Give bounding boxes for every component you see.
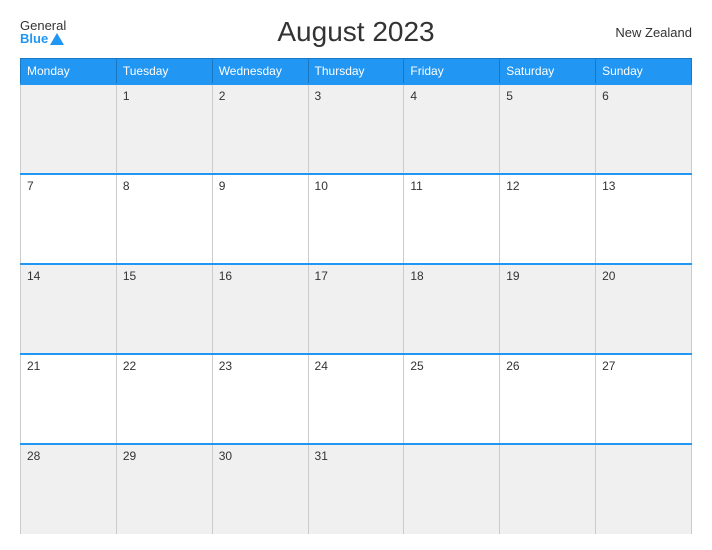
day-number: 30 xyxy=(219,449,232,463)
calendar-day-cell: 14 xyxy=(21,264,117,354)
day-number: 5 xyxy=(506,89,513,103)
day-number: 16 xyxy=(219,269,232,283)
day-number: 8 xyxy=(123,179,130,193)
day-number: 1 xyxy=(123,89,130,103)
day-number: 3 xyxy=(315,89,322,103)
calendar-week-row: 21 22 23 24 25 26 27 xyxy=(21,354,692,444)
weekday-tuesday: Tuesday xyxy=(116,59,212,85)
calendar-day-cell: 28 xyxy=(21,444,117,534)
calendar-day-cell: 21 xyxy=(21,354,117,444)
calendar-day-cell: 12 xyxy=(500,174,596,264)
day-number: 20 xyxy=(602,269,615,283)
day-number: 17 xyxy=(315,269,328,283)
day-number: 14 xyxy=(27,269,40,283)
calendar-day-cell: 31 xyxy=(308,444,404,534)
day-number: 15 xyxy=(123,269,136,283)
calendar-day-cell: 5 xyxy=(500,84,596,174)
calendar-day-cell xyxy=(404,444,500,534)
weekday-sunday: Sunday xyxy=(596,59,692,85)
calendar-day-cell xyxy=(596,444,692,534)
day-number: 18 xyxy=(410,269,423,283)
calendar-day-cell: 2 xyxy=(212,84,308,174)
calendar-day-cell: 25 xyxy=(404,354,500,444)
calendar-day-cell: 18 xyxy=(404,264,500,354)
day-number: 29 xyxy=(123,449,136,463)
logo-triangle-icon xyxy=(50,33,64,45)
calendar-day-cell: 9 xyxy=(212,174,308,264)
weekday-thursday: Thursday xyxy=(308,59,404,85)
calendar-day-cell: 24 xyxy=(308,354,404,444)
calendar-day-cell: 11 xyxy=(404,174,500,264)
day-number: 23 xyxy=(219,359,232,373)
weekday-wednesday: Wednesday xyxy=(212,59,308,85)
country-label: New Zealand xyxy=(615,25,692,40)
calendar-day-cell xyxy=(21,84,117,174)
calendar-day-cell: 10 xyxy=(308,174,404,264)
calendar-day-cell: 8 xyxy=(116,174,212,264)
calendar-day-cell: 26 xyxy=(500,354,596,444)
calendar-day-cell: 22 xyxy=(116,354,212,444)
calendar-day-cell: 3 xyxy=(308,84,404,174)
calendar-day-cell: 4 xyxy=(404,84,500,174)
day-number: 10 xyxy=(315,179,328,193)
calendar-header: General Blue August 2023 New Zealand xyxy=(20,16,692,48)
calendar-header-row: Monday Tuesday Wednesday Thursday Friday… xyxy=(21,59,692,85)
calendar-day-cell: 16 xyxy=(212,264,308,354)
weekday-saturday: Saturday xyxy=(500,59,596,85)
day-number: 26 xyxy=(506,359,519,373)
day-number: 6 xyxy=(602,89,609,103)
calendar-week-row: 14 15 16 17 18 19 20 xyxy=(21,264,692,354)
day-number: 7 xyxy=(27,179,34,193)
calendar-day-cell: 6 xyxy=(596,84,692,174)
calendar-body: 1234567891011121314151617181920212223242… xyxy=(21,84,692,534)
calendar-day-cell: 7 xyxy=(21,174,117,264)
day-number: 31 xyxy=(315,449,328,463)
day-number: 21 xyxy=(27,359,40,373)
month-title: August 2023 xyxy=(277,16,434,48)
calendar-week-row: 7 8 9 10 11 12 13 xyxy=(21,174,692,264)
day-number: 27 xyxy=(602,359,615,373)
day-number: 28 xyxy=(27,449,40,463)
day-number: 13 xyxy=(602,179,615,193)
calendar-day-cell: 23 xyxy=(212,354,308,444)
calendar-day-cell: 29 xyxy=(116,444,212,534)
calendar-day-cell: 17 xyxy=(308,264,404,354)
day-number: 25 xyxy=(410,359,423,373)
day-number: 11 xyxy=(410,179,422,193)
calendar-week-row: 28 29 30 31 xyxy=(21,444,692,534)
logo: General Blue xyxy=(20,19,66,45)
weekday-friday: Friday xyxy=(404,59,500,85)
day-number: 9 xyxy=(219,179,226,193)
calendar-table: Monday Tuesday Wednesday Thursday Friday… xyxy=(20,58,692,534)
calendar-week-row: 1 2 3 4 5 6 xyxy=(21,84,692,174)
day-number: 2 xyxy=(219,89,226,103)
day-number: 22 xyxy=(123,359,136,373)
calendar-day-cell: 30 xyxy=(212,444,308,534)
day-number: 4 xyxy=(410,89,417,103)
calendar-day-cell: 19 xyxy=(500,264,596,354)
calendar-day-cell: 13 xyxy=(596,174,692,264)
calendar-day-cell: 27 xyxy=(596,354,692,444)
logo-blue-text: Blue xyxy=(20,32,64,45)
calendar-day-cell: 15 xyxy=(116,264,212,354)
weekday-monday: Monday xyxy=(21,59,117,85)
day-number: 12 xyxy=(506,179,519,193)
calendar-day-cell xyxy=(500,444,596,534)
calendar-day-cell: 20 xyxy=(596,264,692,354)
calendar-day-cell: 1 xyxy=(116,84,212,174)
day-number: 24 xyxy=(315,359,328,373)
day-number: 19 xyxy=(506,269,519,283)
